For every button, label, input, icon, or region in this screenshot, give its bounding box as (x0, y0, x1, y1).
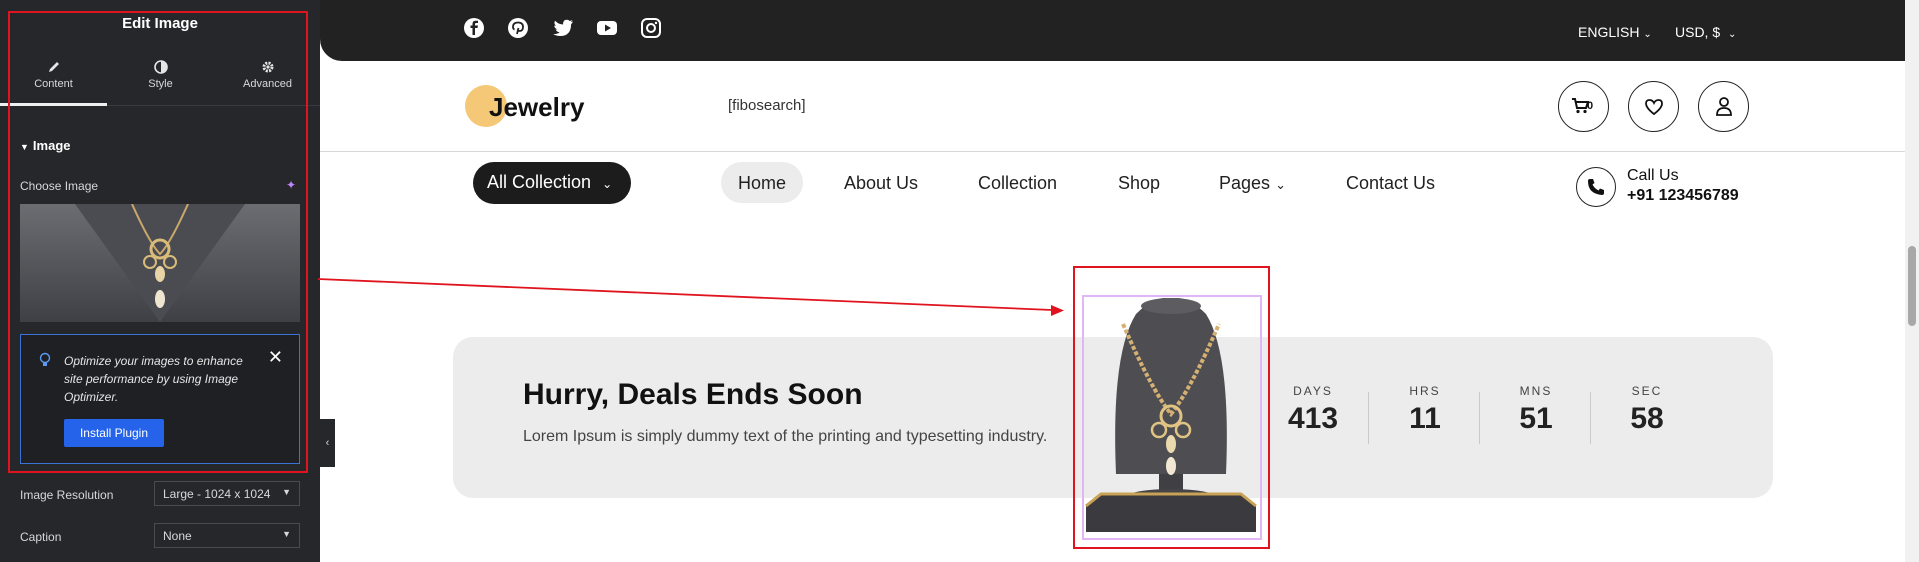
page: Edit Image Content Style Advanced ▼ Image… (0, 0, 1919, 562)
scrollbar-thumb[interactable] (1908, 246, 1916, 326)
annotation-arrow (317, 278, 1064, 316)
